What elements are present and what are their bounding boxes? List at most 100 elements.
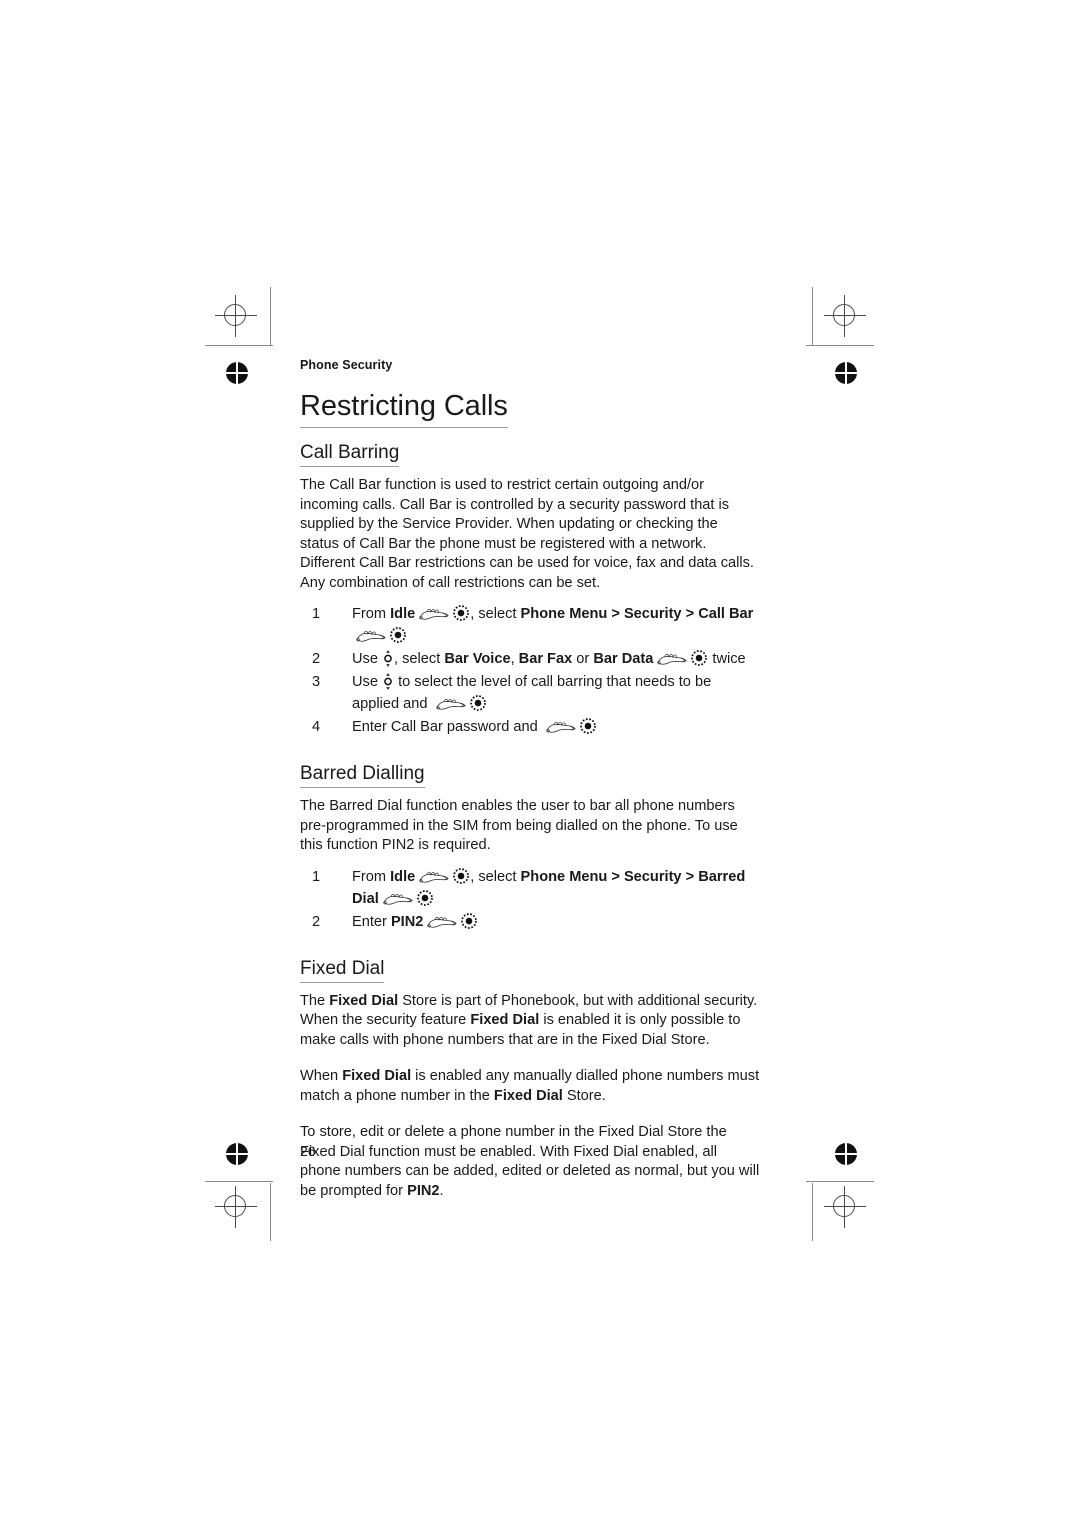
emphasis-term: PIN2 [407,1182,440,1199]
select-key-icon [461,913,477,929]
list-item: 2 Enter PIN2 [300,911,760,933]
hand-press-icon [546,719,576,734]
trim-line-left-top [270,287,271,345]
hand-press-icon [419,869,449,884]
list-item: 4 Enter Call Bar password and [300,716,760,738]
registration-target-icon-top-left [215,295,257,337]
registration-target-icon-bottom-right [824,1186,866,1228]
step-list-barred-dialling: 1 From Idle , select Phone Menu > Security… [300,866,760,933]
trim-line-left-bottom [270,1183,271,1241]
list-item: 1 From Idle , select Phone Menu > Security… [300,866,760,910]
select-key-icon [417,890,433,906]
emphasis-term: Fixed Dial [470,1012,540,1028]
paragraph: To store, edit or delete a phone number … [300,1123,760,1201]
emphasis-term: > [681,868,699,885]
step-number: 1 [312,606,321,622]
text-run: To store, edit or delete a phone number … [300,1124,760,1199]
emphasis-term: Security [623,868,682,885]
hand-press-icon [356,628,386,643]
bullseye-mark-icon-bottom-left [224,1141,250,1167]
hand-press-icon [427,914,457,929]
emphasis-term: Security [623,606,682,622]
step-number: 4 [312,719,321,735]
paragraph: The Barred Dial function enables the use… [300,798,738,853]
select-key-icon [390,627,406,643]
page-content: Phone Security Restricting Calls Call Ba… [300,358,760,1201]
text-run: Enter Call Bar password and [352,719,542,735]
paragraph: The Call Bar function is used to restric… [300,477,754,591]
text-run: When [300,1068,343,1084]
hand-press-icon [419,606,449,621]
paragraph: When Fixed Dial is enabled any manually … [300,1067,760,1106]
select-key-icon [453,868,469,884]
section-heading-call-barring: Call Barring [300,442,400,467]
emphasis-term: Phone Menu [520,868,608,885]
emphasis-term: > [607,606,624,622]
registration-target-icon-bottom-left [215,1186,257,1228]
page-number: 26 [300,1143,316,1159]
step-number: 2 [312,913,321,930]
step-list-call-barring: 1 From Idle , select Phone Menu > Security… [300,603,760,738]
text-run: , [510,651,519,667]
text-run: . [439,1182,444,1199]
emphasis-term: Fixed Dial [342,1068,412,1084]
text-run: Use [352,674,383,690]
list-item: 1 From Idle , select Phone Menu > Security… [300,603,760,647]
step-number: 2 [312,651,321,667]
text-run: , select [470,868,521,885]
bullseye-mark-icon-top-right [833,360,859,386]
select-key-icon [453,605,469,621]
select-key-icon [691,650,707,666]
emphasis-term: Phone Menu [520,606,608,622]
text-run: or [572,651,594,667]
emphasis-term: > [607,868,624,885]
text-run: Use [352,651,383,667]
navigation-updown-icon [383,650,393,667]
sections-container: Call Barring The Call Bar function is use… [300,428,760,1201]
section-heading-barred-dialling: Barred Dialling [300,763,425,788]
list-item: 2 Use , select Bar Voice, Bar Fax or Bar … [300,648,760,670]
hand-press-icon [657,651,687,666]
emphasis-term: > [681,606,699,622]
trim-line-top-right [806,345,874,346]
trim-line-bottom-right [806,1181,874,1182]
emphasis-term: PIN2 [390,913,424,930]
emphasis-term: Bar Fax [518,651,573,667]
trim-line-bottom-left [205,1181,273,1182]
hand-press-icon [436,696,466,711]
hand-press-icon [383,891,413,906]
select-key-icon [580,718,596,734]
trim-line-right-top [812,287,813,345]
registration-target-icon-top-right [824,295,866,337]
emphasis-term: Call Bar [698,606,754,622]
text-run: to select the level of call barring that… [352,674,712,712]
section-fixed-dial: Fixed Dial The Fixed Dial Store is part o… [300,934,760,1202]
text-run: , select [394,651,445,667]
text-run: From [352,868,391,885]
emphasis-term: Fixed Dial [493,1087,563,1104]
section-call-barring: Call Barring The Call Bar function is use… [300,428,760,738]
trim-line-right-bottom [812,1183,813,1241]
step-number: 1 [312,868,321,885]
section-heading-fixed-dial: Fixed Dial [300,958,385,983]
emphasis-term: Fixed Dial [329,992,399,1009]
bullseye-mark-icon-top-left [224,360,250,386]
paragraph: The Fixed Dial Store is part of Phoneboo… [300,992,760,1051]
text-run: , select [470,606,521,622]
list-item: 3 Use to select the level of call barring… [300,671,760,715]
emphasis-term: Idle [390,868,416,885]
bullseye-mark-icon-bottom-right [833,1141,859,1167]
navigation-updown-icon [383,673,393,690]
page-title: Restricting Calls [300,390,508,428]
emphasis-term: Bar Data [593,651,654,667]
text-run: From [352,606,391,622]
emphasis-term: Bar Voice [444,651,511,667]
running-head: Phone Security [300,358,393,372]
text-run: Store. [562,1087,606,1104]
text-run: The [300,992,330,1009]
section-barred-dialling: Barred Dialling The Barred Dial function … [300,739,760,933]
step-number: 3 [312,674,321,690]
text-run: Enter [352,913,391,930]
text-run: twice [708,651,746,667]
emphasis-term: Idle [390,606,416,622]
